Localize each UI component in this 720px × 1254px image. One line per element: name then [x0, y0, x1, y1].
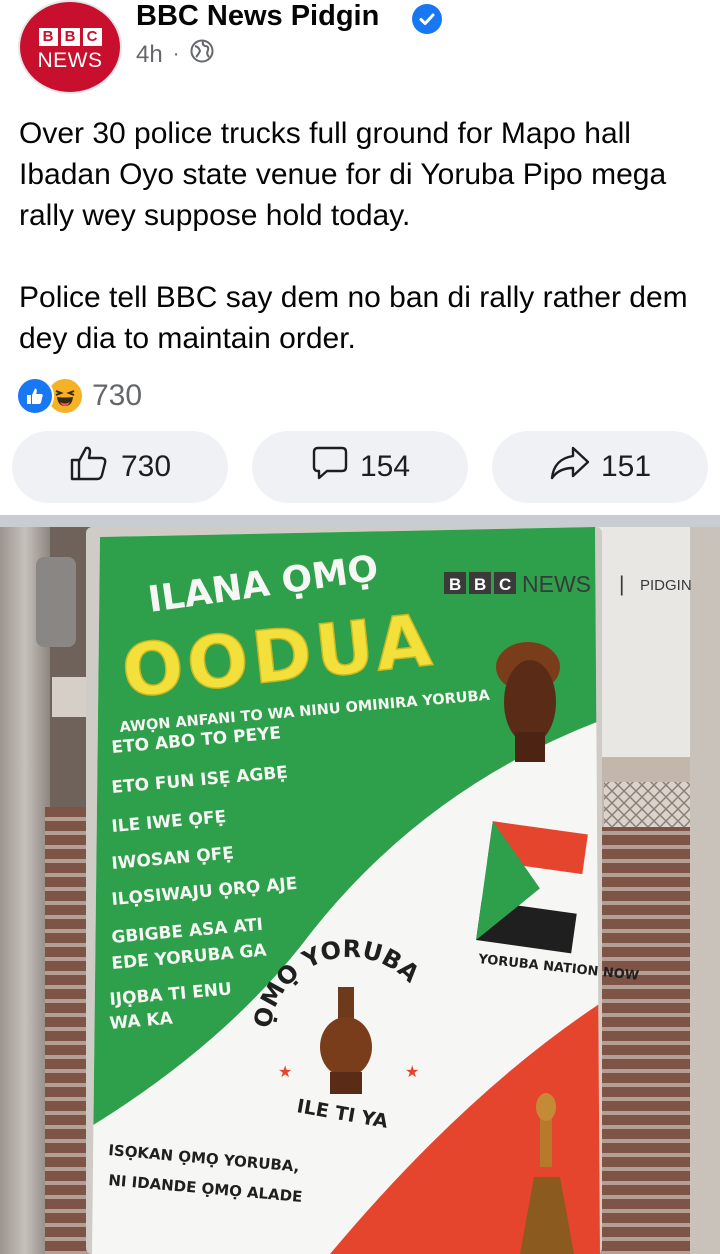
- page-name[interactable]: BBC News Pidgin: [136, 0, 379, 33]
- post-photo[interactable]: ILANA ỌMỌ OODUA AWỌN ANFANI TO WA NINU O…: [0, 527, 720, 1254]
- svg-text:★: ★: [405, 1064, 419, 1081]
- watermark-news: NEWS: [522, 571, 591, 597]
- comment-count: 154: [359, 450, 411, 483]
- reactions-summary[interactable]: 730: [16, 376, 142, 416]
- stairs-left: [45, 807, 93, 1254]
- post-time[interactable]: 4h: [136, 41, 163, 69]
- like-icon: [16, 377, 54, 415]
- watermark-section: PIDGIN: [640, 577, 692, 594]
- post-text: Over 30 police trucks full ground for Ma…: [19, 117, 688, 355]
- svg-text:★: ★: [278, 1064, 292, 1081]
- meta-separator: ·: [172, 43, 180, 65]
- svg-text:B: B: [449, 575, 461, 594]
- comment-button[interactable]: 154: [252, 431, 468, 503]
- post-header: BBC NEWS BBC News Pidgin 4h ·: [0, 0, 720, 100]
- post-meta: 4h ·: [136, 38, 215, 71]
- svg-text:B: B: [474, 575, 486, 594]
- like-button[interactable]: 730: [12, 431, 228, 503]
- reaction-count: 730: [92, 379, 143, 412]
- avatar-news-text: NEWS: [37, 48, 103, 72]
- share-count: 151: [600, 450, 652, 483]
- share-button[interactable]: 151: [492, 431, 708, 503]
- like-count: 730: [120, 450, 172, 483]
- svg-text:C: C: [499, 575, 511, 594]
- share-icon: [549, 444, 591, 490]
- post-actions: 730 154 151: [12, 431, 708, 503]
- watermark-divider: |: [619, 573, 624, 596]
- divider: [0, 515, 720, 527]
- comment-icon: [310, 443, 350, 491]
- thumbs-up-icon: [69, 444, 111, 490]
- globe-icon: [189, 38, 215, 71]
- yoruba-flag-image: [476, 821, 588, 954]
- verified-badge-icon: [412, 4, 442, 34]
- page-avatar[interactable]: BBC NEWS: [18, 0, 122, 94]
- bbc-logo: BBC: [38, 27, 102, 46]
